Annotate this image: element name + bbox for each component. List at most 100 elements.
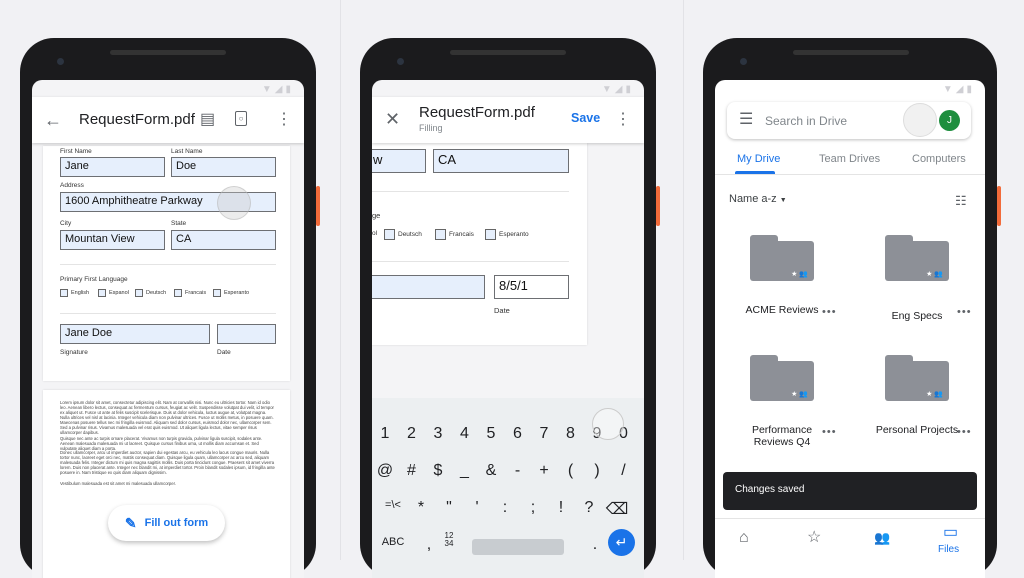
enter-key-icon[interactable]: ↵ (608, 529, 635, 556)
key[interactable]: =\< (380, 499, 406, 511)
key[interactable]: / (611, 462, 637, 480)
state-field[interactable]: CA (433, 149, 569, 173)
folder-icon[interactable]: ★ 👥 (750, 355, 814, 401)
touch-indicator (903, 103, 937, 137)
folder-icon[interactable]: ★ 👥 (750, 235, 814, 281)
checkbox-english[interactable]: English (60, 289, 89, 297)
key[interactable]: 3 (425, 425, 451, 443)
paragraph: Vestibulum malesuada est sit amet mi mal… (60, 481, 176, 486)
folder-name[interactable]: ACME Reviews (737, 304, 827, 316)
key[interactable]: 12 34 (436, 532, 462, 548)
key[interactable]: 2 (399, 425, 425, 443)
avatar[interactable]: J (939, 110, 960, 131)
key[interactable]: . (582, 536, 608, 554)
checkbox-label: Esperanto (224, 290, 250, 296)
key[interactable]: $ (425, 462, 451, 480)
key[interactable]: ( (558, 462, 584, 480)
checkbox-esperanto[interactable]: Esperanto (485, 229, 529, 240)
paragraph: Donec ullamcorper, arcu ut imperdiet auc… (60, 450, 275, 475)
more-horiz-icon[interactable]: ••• (822, 426, 837, 438)
folder-icon[interactable]: ★ 👥 (885, 235, 949, 281)
checkbox-label: Deutsch (146, 290, 167, 296)
checkbox-deutsch[interactable]: Deutsch (135, 289, 166, 297)
checkbox-francais[interactable]: Francais (435, 229, 474, 240)
key[interactable]: ABC (380, 536, 406, 548)
key[interactable]: ' (464, 499, 490, 517)
more-vert-icon[interactable]: ⋮ (276, 112, 292, 128)
checkbox-label: ol (372, 230, 378, 237)
folder-name[interactable]: Eng Specs (872, 310, 962, 322)
tab-my-drive[interactable]: My Drive (737, 153, 780, 165)
key[interactable]: : (492, 499, 518, 517)
menu-icon[interactable]: ☰ (739, 112, 753, 128)
sort-dropdown[interactable]: Name a-z ▼ (729, 193, 787, 205)
key[interactable]: 5 (478, 425, 504, 443)
tab-computers[interactable]: Computers (912, 153, 966, 165)
checkbox-deutsch[interactable]: Deutsch (384, 229, 422, 240)
paragraph: Quisque nec ante ac turpis ornare placer… (60, 436, 263, 451)
space-key[interactable] (472, 539, 564, 555)
more-horiz-icon[interactable]: ••• (822, 306, 837, 318)
key[interactable]: 7 (531, 425, 557, 443)
search-doc-icon[interactable]: ○ (235, 111, 247, 126)
save-button[interactable]: Save (571, 111, 600, 125)
city-field[interactable]: w (372, 149, 426, 173)
key[interactable]: 1 (372, 425, 398, 443)
folder-name[interactable]: Personal Projects (872, 424, 962, 436)
home-icon[interactable]: ⌂ (739, 530, 749, 546)
date-field[interactable]: 8/5/1 (494, 275, 569, 299)
folder-name[interactable]: Performance Reviews Q4 (737, 424, 827, 448)
back-arrow-icon[interactable]: ← (44, 111, 62, 129)
star-icon[interactable]: ☆ (807, 530, 821, 546)
more-vert-icon[interactable]: ⋮ (615, 112, 631, 128)
search-input[interactable]: Search in Drive (765, 114, 847, 128)
sort-label: Name a-z (729, 193, 777, 205)
state-field[interactable]: CA (171, 230, 276, 250)
language-label: ge (372, 211, 381, 220)
tab-team-drives[interactable]: Team Drives (819, 153, 880, 165)
checkbox-espanol[interactable]: Espanol (98, 289, 129, 297)
key[interactable]: ) (584, 462, 610, 480)
signature-field[interactable]: Jane Doe (60, 324, 210, 344)
files-icon[interactable]: ▭ (943, 525, 958, 541)
key[interactable]: 6 (505, 425, 531, 443)
pencil-icon: ✎ (124, 514, 137, 531)
first-name-field[interactable]: Jane (60, 157, 165, 177)
last-name-field[interactable]: Doe (171, 157, 276, 177)
key[interactable]: & (478, 462, 504, 480)
key[interactable]: ! (548, 499, 574, 517)
search-bar[interactable]: ☰ Search in Drive J (727, 102, 971, 139)
key[interactable]: ; (520, 499, 546, 517)
checkbox-francais[interactable]: Francais (174, 289, 206, 297)
city-field[interactable]: Mountan View (60, 230, 165, 250)
checkbox-esperanto[interactable]: Esperanto (213, 289, 249, 297)
snackbar-text: Changes saved (735, 484, 805, 495)
key[interactable]: + (531, 462, 557, 480)
key[interactable]: " (436, 499, 462, 517)
shared-icon[interactable]: 👥 (874, 530, 890, 546)
more-horiz-icon[interactable]: ••• (957, 426, 972, 438)
comment-icon[interactable]: ▤ (200, 112, 215, 128)
list-view-icon[interactable]: ☷ (955, 193, 967, 209)
checkbox-espanol[interactable]: ol (372, 230, 377, 237)
key[interactable]: ⌫ (604, 499, 630, 519)
key[interactable]: * (408, 499, 434, 517)
signature-field[interactable] (372, 275, 485, 299)
close-icon[interactable]: ✕ (385, 110, 400, 128)
more-horiz-icon[interactable]: ••• (957, 306, 972, 318)
key[interactable]: 4 (452, 425, 478, 443)
fill-out-form-button[interactable]: ✎ Fill out form (108, 505, 225, 541)
key[interactable]: 8 (558, 425, 584, 443)
address-label: Address (60, 182, 84, 189)
key[interactable]: ? (576, 499, 602, 517)
folder-icon[interactable]: ★ 👥 (885, 355, 949, 401)
document-title: RequestForm.pdf (79, 111, 195, 128)
key[interactable]: # (399, 462, 425, 480)
key[interactable]: @ (372, 462, 398, 480)
nav-files-label[interactable]: Files (938, 544, 959, 555)
date-field[interactable] (217, 324, 276, 344)
key[interactable]: - (505, 462, 531, 480)
page-2: Lorem ipsum dolor sit amet, consectetur … (43, 390, 290, 578)
touch-indicator (217, 186, 251, 220)
key[interactable]: _ (452, 462, 478, 480)
